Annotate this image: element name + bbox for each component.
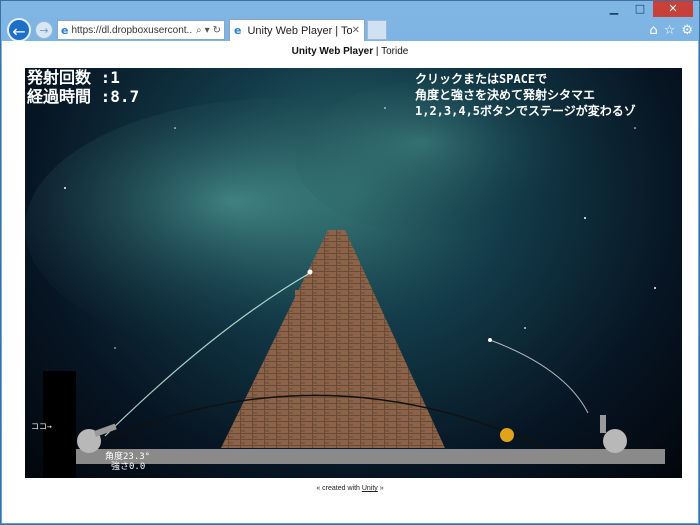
right-trajectory: [489, 339, 589, 414]
hud-instructions: クリックまたはSPACEで 角度と強さを決めて発射シタマエ 1,2,3,4,5ボ…: [415, 71, 636, 119]
browser-toolbar: ← → e https://dl.dropboxusercont... ⌕ ▾ …: [7, 18, 693, 42]
page-title-rest: Toride: [381, 46, 409, 57]
back-button[interactable]: ←: [7, 18, 31, 42]
power-readout: 強さ0.0: [111, 462, 146, 472]
page-title: Unity Web Player | Toride: [2, 46, 698, 57]
favorites-icon[interactable]: ☆: [664, 23, 676, 38]
footer-prefix: « created with: [316, 485, 362, 492]
hud-stats: 発射回数 :1 経過時間 :8.7: [27, 68, 139, 106]
forward-button[interactable]: →: [35, 21, 53, 39]
gold-ball: [500, 428, 514, 442]
dropdown-icon[interactable]: ▾: [205, 25, 210, 36]
instruction-line-2: 角度と強さを決めて発射シタマエ: [415, 88, 596, 102]
minimize-button[interactable]: ▁: [601, 1, 627, 17]
page-title-bold: Unity Web Player: [291, 46, 374, 57]
ie-icon: e: [61, 23, 69, 37]
right-projectile: [488, 338, 492, 342]
tab-active[interactable]: e Unity Web Player | Toride ✕: [229, 19, 365, 41]
tab-ie-icon: e: [234, 24, 242, 37]
shot-readout: 角度23.3° 強さ0.0: [105, 452, 150, 472]
new-tab-button[interactable]: [367, 20, 387, 40]
unity-link[interactable]: Unity: [362, 485, 378, 492]
window-controls: ▁ □ ✕: [601, 1, 693, 19]
instruction-line-3: 1,2,3,4,5ボタンでステージが変わるゾ: [415, 104, 636, 118]
instruction-line-1: クリックまたはSPACEで: [415, 72, 548, 86]
ground-platform: [75, 449, 665, 464]
refresh-icon[interactable]: ↻: [213, 25, 221, 36]
tab-close-icon[interactable]: ✕: [352, 25, 360, 36]
elapsed-time: 経過時間 :8.7: [27, 87, 140, 106]
page-footer: « created with Unity »: [2, 485, 698, 492]
unity-game-canvas[interactable]: 発射回数 :1 経過時間 :8.7 クリックまたはSPACEで 角度と強さを決め…: [25, 68, 682, 478]
left-projectile: [307, 269, 313, 275]
browser-window: ▁ □ ✕ ← → e https://dl.dropboxusercont..…: [0, 0, 700, 525]
game-scene: [25, 78, 665, 478]
close-window-button[interactable]: ✕: [653, 1, 693, 17]
address-bar[interactable]: e https://dl.dropboxusercont... ⌕ ▾ ↻: [57, 20, 225, 40]
home-icon[interactable]: ⌂: [649, 23, 657, 38]
loose-bricks: [295, 290, 315, 298]
browser-right-icons: ⌂ ☆ ⚙: [649, 23, 693, 38]
angle-readout: 角度23.3°: [105, 452, 151, 462]
search-icon[interactable]: ⌕: [196, 25, 202, 36]
address-url[interactable]: https://dl.dropboxusercont...: [71, 25, 193, 36]
tab-title: Unity Web Player | Toride: [247, 24, 352, 37]
footer-suffix: »: [377, 485, 384, 492]
here-label: ココ→: [31, 422, 52, 431]
enemy-cannon: [603, 429, 627, 453]
page-title-sep: |: [373, 46, 382, 57]
settings-icon[interactable]: ⚙: [681, 23, 693, 38]
shots-count: 発射回数 :1: [27, 68, 120, 87]
maximize-button[interactable]: □: [627, 1, 653, 17]
page-content: Unity Web Player | Toride 発射回数:1 経過時間:…: [2, 41, 698, 523]
enemy-cannon-barrel: [600, 415, 606, 433]
